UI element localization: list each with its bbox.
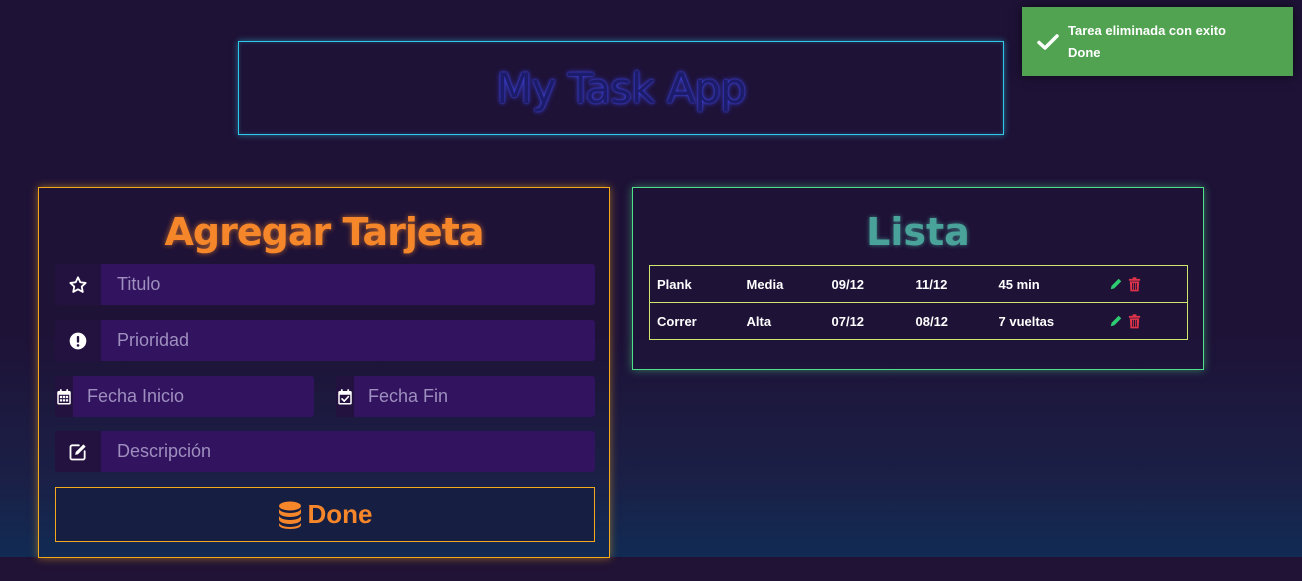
star-icon — [55, 264, 101, 305]
app-title: My Task App — [496, 63, 746, 113]
pencil-icon[interactable] — [1109, 314, 1123, 328]
task-inicio: 09/12 — [831, 276, 865, 292]
task-actions — [1101, 302, 1188, 340]
task-descripcion: 45 min — [998, 276, 1040, 292]
pencil-icon[interactable] — [1109, 277, 1123, 291]
toast-subtitle: Done — [1068, 44, 1101, 60]
task-prioridad: Alta — [739, 302, 825, 340]
list-title: Lista — [866, 210, 970, 254]
add-card-form: Agregar Tarjeta Titulo Prioridad Fecha I… — [38, 187, 610, 558]
task-inicio: 07/12 — [824, 302, 909, 340]
task-titulo: Plank — [657, 276, 692, 292]
task-fin: 11/12 — [915, 276, 948, 292]
database-icon — [278, 501, 301, 529]
task-actions — [1102, 266, 1188, 303]
titulo-field-group — [55, 264, 595, 305]
check-icon — [1037, 33, 1059, 50]
descripcion-input[interactable] — [101, 431, 595, 472]
toast-message: Tarea eliminada con exito — [1068, 22, 1226, 38]
task-table: Plank Media 09/12 11/12 45 min Correr Al… — [649, 265, 1188, 340]
task-descripcion: 7 vueltas — [991, 302, 1102, 340]
edit-icon — [55, 431, 101, 472]
bottom-strip — [0, 557, 1302, 581]
trash-icon[interactable] — [1128, 276, 1141, 292]
calendar-check-icon — [336, 376, 354, 417]
fecha-fin-field-group — [336, 376, 595, 417]
table-row: Correr Alta 07/12 08/12 7 vueltas — [649, 302, 1188, 340]
trash-icon[interactable] — [1128, 313, 1141, 329]
task-titulo: Correr — [649, 302, 740, 340]
toast-notification[interactable]: Tarea eliminada con exito Done — [1022, 7, 1293, 76]
prioridad-input[interactable] — [101, 320, 595, 361]
done-button-label: Done — [307, 499, 373, 529]
prioridad-field-group — [55, 320, 595, 361]
exclamation-circle-icon — [55, 320, 101, 361]
fecha-inicio-field-group — [55, 376, 314, 417]
toast-text: Tarea eliminada con exito Done — [1068, 20, 1226, 64]
calendar-icon — [55, 376, 73, 417]
form-title: Agregar Tarjeta — [164, 210, 485, 254]
app-header: My Task App — [238, 41, 1004, 135]
fecha-inicio-input[interactable] — [73, 376, 314, 417]
table-row: Plank Media 09/12 11/12 45 min — [650, 266, 1188, 303]
titulo-input[interactable] — [101, 264, 595, 305]
descripcion-field-group — [55, 431, 595, 472]
task-fin: 08/12 — [908, 302, 992, 340]
done-button[interactable]: Done — [55, 487, 595, 542]
fecha-fin-input[interactable] — [354, 376, 595, 417]
task-prioridad: Media — [746, 276, 784, 292]
task-list-card: Lista Plank Media 09/12 11/12 45 min Cor… — [632, 187, 1204, 370]
